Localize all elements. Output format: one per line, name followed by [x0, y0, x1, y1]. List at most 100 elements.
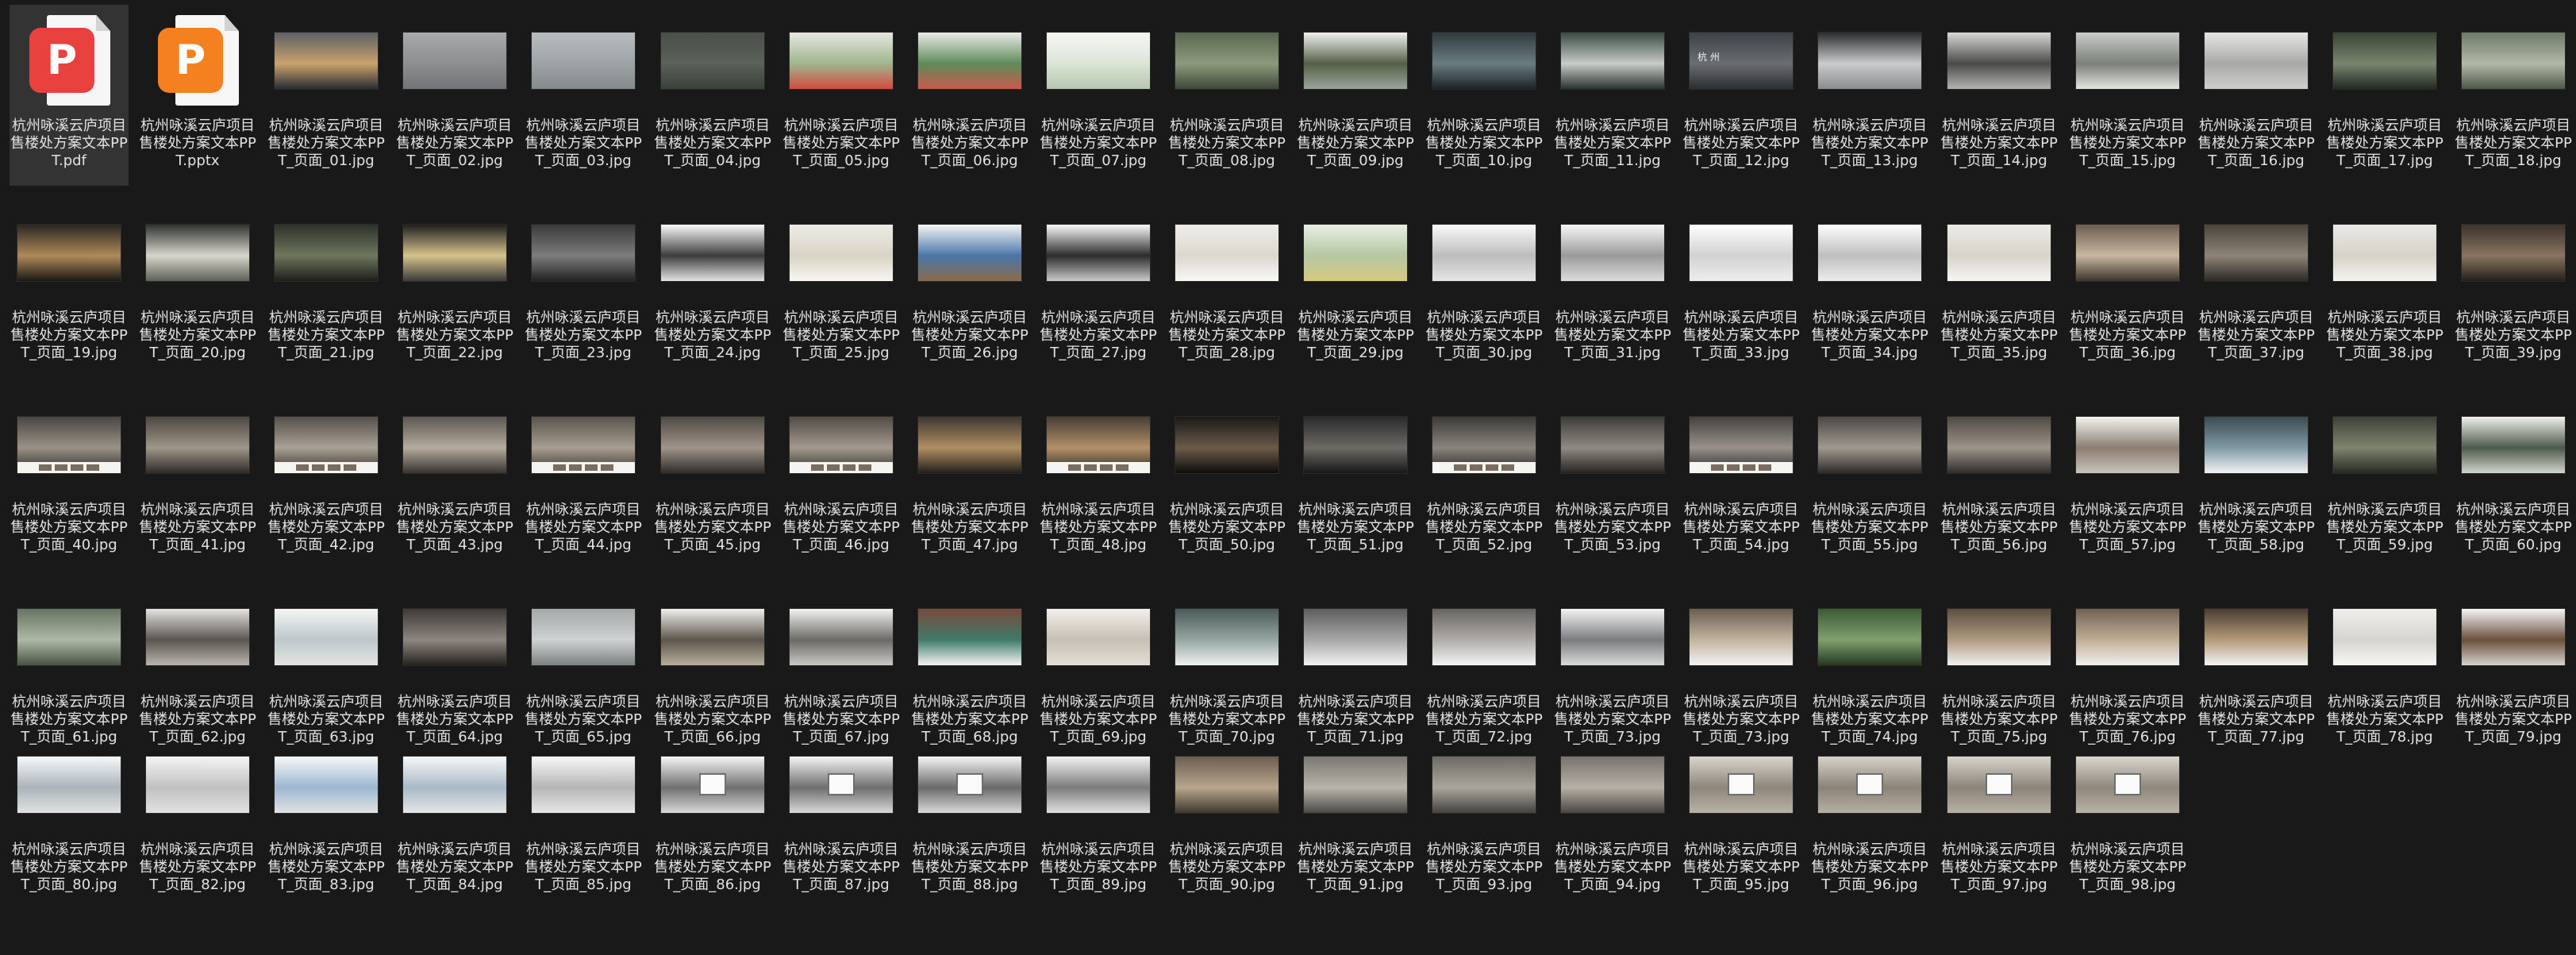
image-thumbnail: [1947, 755, 2051, 814]
file-name: 杭州咏溪云庐项目售楼处方案文本PPT_页面_59.jpg: [2326, 502, 2443, 553]
file-item[interactable]: 杭州咏溪云庐项目售楼处方案文本PPT_页面_88.jpg: [910, 729, 1029, 910]
file-item[interactable]: P 杭州咏溪云庐项目售楼处方案文本PPT.pptx: [138, 5, 257, 186]
file-item[interactable]: 杭州咏溪云庐项目售楼处方案文本PPT_页面_84.jpg: [395, 729, 514, 910]
file-item[interactable]: 杭州咏溪云庐项目售楼处方案文本PPT_页面_07.jpg: [1039, 5, 1158, 186]
file-item[interactable]: 杭州咏溪云庐项目售楼处方案文本PPT_页面_01.jpg: [267, 5, 386, 186]
file-item[interactable]: 杭州咏溪云庐项目售楼处方案文本PPT_页面_14.jpg: [1940, 5, 2059, 186]
thumbnail-caption: 杭 州: [1697, 51, 1720, 63]
file-item[interactable]: 杭州咏溪云庐项目售楼处方案文本PPT_页面_05.jpg: [782, 5, 901, 186]
file-item[interactable]: 杭州咏溪云庐项目售楼处方案文本PPT_页面_21.jpg: [267, 197, 386, 378]
file-item[interactable]: 杭州咏溪云庐项目售楼处方案文本PPT_页面_50.jpg: [1167, 389, 1286, 570]
file-item[interactable]: 杭州咏溪云庐项目售楼处方案文本PPT_页面_86.jpg: [653, 729, 772, 910]
file-item[interactable]: 杭州咏溪云庐项目售楼处方案文本PPT_页面_34.jpg: [1810, 197, 1929, 378]
file-item[interactable]: 杭州咏溪云庐项目售楼处方案文本PPT_页面_22.jpg: [395, 197, 514, 378]
file-item[interactable]: 杭州咏溪云庐项目售楼处方案文本PPT_页面_37.jpg: [2197, 197, 2316, 378]
file-item[interactable]: 杭州咏溪云庐项目售楼处方案文本PPT_页面_46.jpg: [782, 389, 901, 570]
file-item[interactable]: 杭州咏溪云庐项目售楼处方案文本PPT_页面_39.jpg: [2454, 197, 2573, 378]
file-item[interactable]: 杭州咏溪云庐项目售楼处方案文本PPT_页面_23.jpg: [524, 197, 643, 378]
file-item[interactable]: 杭州咏溪云庐项目售楼处方案文本PPT_页面_31.jpg: [1553, 197, 1672, 378]
file-item[interactable]: 杭州咏溪云庐项目售楼处方案文本PPT_页面_33.jpg: [1682, 197, 1801, 378]
file-item[interactable]: 杭州咏溪云庐项目售楼处方案文本PPT_页面_38.jpg: [2325, 197, 2444, 378]
file-item[interactable]: 杭州咏溪云庐项目售楼处方案文本PPT_页面_45.jpg: [653, 389, 772, 570]
file-item[interactable]: 杭州咏溪云庐项目售楼处方案文本PPT_页面_35.jpg: [1940, 197, 2059, 378]
file-item[interactable]: 杭州咏溪云庐项目售楼处方案文本PPT_页面_58.jpg: [2197, 389, 2316, 570]
file-thumbnail-area: [2068, 389, 2187, 500]
file-item[interactable]: 杭州咏溪云庐项目售楼处方案文本PPT_页面_41.jpg: [138, 389, 257, 570]
file-item[interactable]: 杭州咏溪云庐项目售楼处方案文本PPT_页面_06.jpg: [910, 5, 1029, 186]
file-item[interactable]: 杭州咏溪云庐项目售楼处方案文本PPT_页面_80.jpg: [10, 729, 129, 910]
file-thumbnail-area: [653, 389, 772, 500]
file-thumbnail-area: [1553, 729, 1672, 840]
file-item[interactable]: 杭州咏溪云庐项目售楼处方案文本PPT_页面_16.jpg: [2197, 5, 2316, 186]
file-item[interactable]: 杭州咏溪云庐项目售楼处方案文本PPT_页面_25.jpg: [782, 197, 901, 378]
file-item[interactable]: 杭州咏溪云庐项目售楼处方案文本PPT_页面_19.jpg: [10, 197, 129, 378]
file-item[interactable]: 杭州咏溪云庐项目售楼处方案文本PPT_页面_30.jpg: [1424, 197, 1544, 378]
file-name: 杭州咏溪云庐项目售楼处方案文本PPT_页面_96.jpg: [1811, 841, 1928, 893]
file-item[interactable]: 杭州咏溪云庐项目售楼处方案文本PPT_页面_02.jpg: [395, 5, 514, 186]
file-item[interactable]: 杭州咏溪云庐项目售楼处方案文本PPT_页面_98.jpg: [2068, 729, 2187, 910]
file-item[interactable]: 杭州咏溪云庐项目售楼处方案文本PPT_页面_87.jpg: [782, 729, 901, 910]
file-item[interactable]: 杭州咏溪云庐项目售楼处方案文本PPT_页面_55.jpg: [1810, 389, 1929, 570]
file-item[interactable]: 杭州咏溪云庐项目售楼处方案文本PPT_页面_48.jpg: [1039, 389, 1158, 570]
file-item[interactable]: 杭州咏溪云庐项目售楼处方案文本PPT_页面_47.jpg: [910, 389, 1029, 570]
file-item[interactable]: 杭州咏溪云庐项目售楼处方案文本PPT_页面_53.jpg: [1553, 389, 1672, 570]
file-item[interactable]: 杭州咏溪云庐项目售楼处方案文本PPT_页面_03.jpg: [524, 5, 643, 186]
file-item[interactable]: 杭州咏溪云庐项目售楼处方案文本PPT_页面_08.jpg: [1167, 5, 1286, 186]
file-item[interactable]: 杭州咏溪云庐项目售楼处方案文本PPT_页面_09.jpg: [1296, 5, 1415, 186]
file-item[interactable]: 杭州咏溪云庐项目售楼处方案文本PPT_页面_94.jpg: [1553, 729, 1672, 910]
file-item[interactable]: 杭州咏溪云庐项目售楼处方案文本PPT_页面_83.jpg: [267, 729, 386, 910]
file-item[interactable]: 杭州咏溪云庐项目售楼处方案文本PPT_页面_77.jpg: [2197, 581, 2316, 762]
file-item[interactable]: 杭州咏溪云庐项目售楼处方案文本PPT_页面_42.jpg: [267, 389, 386, 570]
file-item[interactable]: 杭州咏溪云庐项目售楼处方案文本PPT_页面_24.jpg: [653, 197, 772, 378]
file-item[interactable]: 杭 州杭州咏溪云庐项目售楼处方案文本PPT_页面_12.jpg: [1682, 5, 1801, 186]
file-item[interactable]: P 杭州咏溪云庐项目售楼处方案文本PPT.pdf: [10, 5, 129, 186]
file-thumbnail-area: [1296, 5, 1415, 116]
file-item[interactable]: 杭州咏溪云庐项目售楼处方案文本PPT_页面_56.jpg: [1940, 389, 2059, 570]
file-thumbnail-area: [1682, 581, 1801, 692]
file-item[interactable]: 杭州咏溪云庐项目售楼处方案文本PPT_页面_28.jpg: [1167, 197, 1286, 378]
image-thumbnail: [1432, 755, 1536, 814]
file-item[interactable]: 杭州咏溪云庐项目售楼处方案文本PPT_页面_59.jpg: [2325, 389, 2444, 570]
file-item[interactable]: 杭州咏溪云庐项目售楼处方案文本PPT_页面_10.jpg: [1424, 5, 1544, 186]
file-item[interactable]: 杭州咏溪云庐项目售楼处方案文本PPT_页面_60.jpg: [2454, 389, 2573, 570]
file-item[interactable]: 杭州咏溪云庐项目售楼处方案文本PPT_页面_04.jpg: [653, 5, 772, 186]
file-item[interactable]: 杭州咏溪云庐项目售楼处方案文本PPT_页面_78.jpg: [2325, 581, 2444, 762]
file-item[interactable]: 杭州咏溪云庐项目售楼处方案文本PPT_页面_89.jpg: [1039, 729, 1158, 910]
file-item[interactable]: 杭州咏溪云庐项目售楼处方案文本PPT_页面_52.jpg: [1424, 389, 1544, 570]
file-thumbnail-area: [782, 389, 901, 500]
file-thumbnail-area: P: [138, 5, 257, 116]
file-item[interactable]: 杭州咏溪云庐项目售楼处方案文本PPT_页面_54.jpg: [1682, 389, 1801, 570]
file-item[interactable]: 杭州咏溪云庐项目售楼处方案文本PPT_页面_95.jpg: [1682, 729, 1801, 910]
file-item[interactable]: 杭州咏溪云庐项目售楼处方案文本PPT_页面_13.jpg: [1810, 5, 1929, 186]
file-item[interactable]: 杭州咏溪云庐项目售楼处方案文本PPT_页面_29.jpg: [1296, 197, 1415, 378]
file-name: 杭州咏溪云庐项目售楼处方案文本PPT_页面_89.jpg: [1040, 841, 1157, 893]
file-item[interactable]: 杭州咏溪云庐项目售楼处方案文本PPT_页面_93.jpg: [1424, 729, 1544, 910]
file-item[interactable]: 杭州咏溪云庐项目售楼处方案文本PPT_页面_11.jpg: [1553, 5, 1672, 186]
file-item[interactable]: 杭州咏溪云庐项目售楼处方案文本PPT_页面_43.jpg: [395, 389, 514, 570]
file-item[interactable]: 杭州咏溪云庐项目售楼处方案文本PPT_页面_40.jpg: [10, 389, 129, 570]
file-item[interactable]: 杭州咏溪云庐项目售楼处方案文本PPT_页面_51.jpg: [1296, 389, 1415, 570]
file-thumbnail-area: [782, 5, 901, 116]
file-item[interactable]: 杭州咏溪云庐项目售楼处方案文本PPT_页面_57.jpg: [2068, 389, 2187, 570]
file-item[interactable]: 杭州咏溪云庐项目售楼处方案文本PPT_页面_36.jpg: [2068, 197, 2187, 378]
image-thumbnail: [1046, 31, 1151, 90]
file-item[interactable]: 杭州咏溪云庐项目售楼处方案文本PPT_页面_91.jpg: [1296, 729, 1415, 910]
file-name: 杭州咏溪云庐项目售楼处方案文本PPT_页面_10.jpg: [1425, 117, 1543, 169]
file-item[interactable]: 杭州咏溪云庐项目售楼处方案文本PPT_页面_26.jpg: [910, 197, 1029, 378]
file-item[interactable]: 杭州咏溪云庐项目售楼处方案文本PPT_页面_20.jpg: [138, 197, 257, 378]
file-item[interactable]: 杭州咏溪云庐项目售楼处方案文本PPT_页面_79.jpg: [2454, 581, 2573, 762]
file-item[interactable]: 杭州咏溪云庐项目售楼处方案文本PPT_页面_44.jpg: [524, 389, 643, 570]
file-item[interactable]: 杭州咏溪云庐项目售楼处方案文本PPT_页面_85.jpg: [524, 729, 643, 910]
file-item[interactable]: 杭州咏溪云庐项目售楼处方案文本PPT_页面_82.jpg: [138, 729, 257, 910]
file-item[interactable]: 杭州咏溪云庐项目售楼处方案文本PPT_页面_96.jpg: [1810, 729, 1929, 910]
file-item[interactable]: 杭州咏溪云庐项目售楼处方案文本PPT_页面_17.jpg: [2325, 5, 2444, 186]
file-item[interactable]: 杭州咏溪云庐项目售楼处方案文本PPT_页面_97.jpg: [1940, 729, 2059, 910]
file-thumbnail-area: [2197, 389, 2316, 500]
file-item[interactable]: 杭州咏溪云庐项目售楼处方案文本PPT_页面_18.jpg: [2454, 5, 2573, 186]
file-name: 杭州咏溪云庐项目售楼处方案文本PPT_页面_06.jpg: [911, 117, 1028, 169]
file-item[interactable]: 杭州咏溪云庐项目售楼处方案文本PPT_页面_27.jpg: [1039, 197, 1158, 378]
file-item[interactable]: 杭州咏溪云庐项目售楼处方案文本PPT_页面_15.jpg: [2068, 5, 2187, 186]
image-thumbnail: [660, 31, 765, 90]
file-item[interactable]: 杭州咏溪云庐项目售楼处方案文本PPT_页面_90.jpg: [1167, 729, 1286, 910]
file-thumbnail-area: [1167, 197, 1286, 308]
